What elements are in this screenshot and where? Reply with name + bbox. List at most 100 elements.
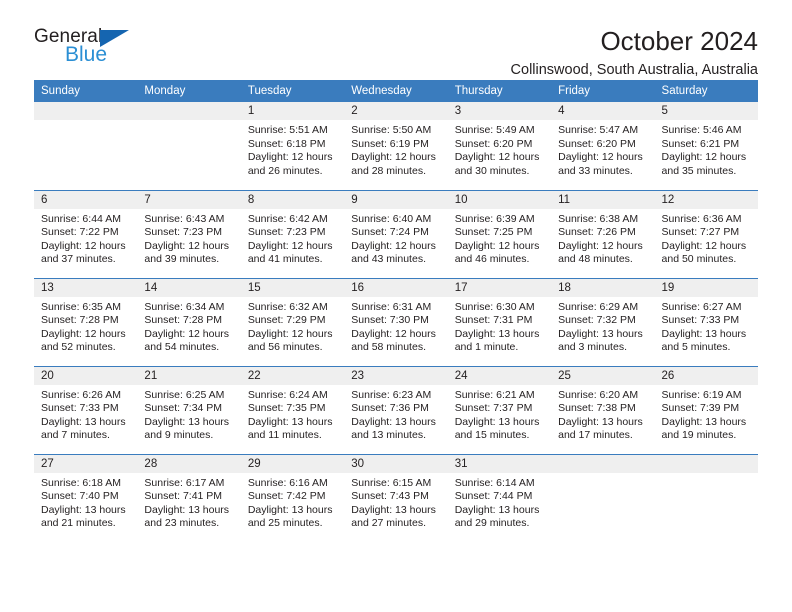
- daylight-text-line2: and 39 minutes.: [144, 253, 220, 266]
- sunrise-text: Sunrise: 6:27 AM: [661, 300, 742, 313]
- daylight-text-line2: and 41 minutes.: [247, 253, 323, 266]
- calendar-day-cell[interactable]: 20 Sunrise: 6:26 AM Sunset: 7:33 PM Dayligh…: [34, 365, 138, 454]
- sunset-text: Sunset: 7:33 PM: [661, 314, 740, 327]
- calendar-day-cell[interactable]: 18 Sunrise: 6:29 AM Sunset: 7:32 PM Dayligh…: [551, 277, 655, 366]
- calendar-day-cell[interactable]: 22 Sunrise: 6:24 AM Sunset: 7:35 PM Dayligh…: [240, 365, 345, 454]
- day-number: 29: [240, 454, 345, 473]
- daylight-text-line2: and 28 minutes.: [351, 164, 426, 177]
- sunrise-text: Sunrise: 5:49 AM: [454, 124, 535, 136]
- calendar-day-cell[interactable]: 29 Sunrise: 6:16 AM Sunset: 7:42 PM Dayligh…: [240, 453, 345, 542]
- calendar-day-cell[interactable]: 21 Sunrise: 6:25 AM Sunset: 7:34 PM Dayligh…: [137, 365, 241, 454]
- sunrise-text: Sunrise: 6:35 AM: [41, 300, 121, 313]
- calendar-day-cell[interactable]: 25 Sunrise: 6:20 AM Sunset: 7:38 PM Dayligh…: [551, 365, 655, 454]
- calendar-day-cell[interactable]: 16 Sunrise: 6:31 AM Sunset: 7:30 PM Dayligh…: [344, 277, 448, 366]
- day-details: Sunrise: 6:30 AM Sunset: 7:31 PM Daylight:…: [448, 297, 551, 355]
- calendar-day-cell[interactable]: 9 Sunrise: 6:40 AM Sunset: 7:24 PM Daylight…: [344, 189, 448, 278]
- sunrise-text: Sunrise: 5:51 AM: [247, 124, 328, 136]
- daylight-text-line2: and 27 minutes.: [351, 517, 426, 530]
- sunrise-text: Sunrise: 6:29 AM: [558, 300, 639, 313]
- page-header: General Blue October 2024 Collinswood, S…: [34, 0, 758, 78]
- day-number: 20: [34, 366, 138, 385]
- calendar-day-cell[interactable]: 8 Sunrise: 6:42 AM Sunset: 7:23 PM Daylight…: [240, 189, 345, 278]
- calendar-day-cell[interactable]: 28 Sunrise: 6:17 AM Sunset: 7:41 PM Dayligh…: [137, 453, 241, 542]
- calendar-day-cell[interactable]: 10 Sunrise: 6:39 AM Sunset: 7:25 PM Dayligh…: [447, 189, 552, 278]
- sunrise-text: Sunrise: 6:23 AM: [351, 388, 432, 401]
- day-number: 15: [240, 278, 345, 297]
- calendar-day-cell[interactable]: 23 Sunrise: 6:23 AM Sunset: 7:36 PM Dayligh…: [344, 365, 448, 454]
- sunrise-text: Sunrise: 6:18 AM: [41, 476, 121, 489]
- day-number: 11: [551, 190, 655, 209]
- day-details: Sunrise: 6:18 AM Sunset: 7:40 PM Daylight:…: [34, 473, 137, 531]
- daylight-text-line2: and 37 minutes.: [41, 253, 116, 266]
- sunset-text: Sunset: 7:40 PM: [41, 490, 119, 503]
- calendar-day-cell[interactable]: 7 Sunrise: 6:43 AM Sunset: 7:23 PM Daylight…: [137, 189, 241, 278]
- calendar-day-cell[interactable]: 5 Sunrise: 5:46 AM Sunset: 6:21 PM Daylight…: [654, 102, 758, 190]
- daylight-text-line2: and 35 minutes.: [661, 164, 737, 177]
- sunrise-text: Sunrise: 6:21 AM: [454, 388, 535, 401]
- day-number: 31: [447, 454, 552, 473]
- calendar-day-cell-empty: [551, 453, 655, 542]
- day-number: 28: [137, 454, 241, 473]
- sunrise-text: Sunrise: 6:38 AM: [558, 212, 639, 225]
- daylight-text-line1: Daylight: 12 hours: [558, 239, 643, 252]
- sunrise-text: Sunrise: 6:15 AM: [351, 476, 432, 489]
- calendar-day-cell[interactable]: 13 Sunrise: 6:35 AM Sunset: 7:28 PM Dayligh…: [34, 277, 138, 366]
- daylight-text-line2: and 23 minutes.: [144, 517, 220, 530]
- calendar-day-cell[interactable]: 1 Sunrise: 5:51 AM Sunset: 6:18 PM Daylight…: [240, 102, 345, 190]
- calendar-day-cell[interactable]: 6 Sunrise: 6:44 AM Sunset: 7:22 PM Daylight…: [34, 189, 138, 278]
- calendar-day-cell[interactable]: 14 Sunrise: 6:34 AM Sunset: 7:28 PM Dayligh…: [137, 277, 241, 366]
- day-number: [654, 454, 758, 473]
- calendar-day-cell[interactable]: 24 Sunrise: 6:21 AM Sunset: 7:37 PM Dayligh…: [447, 365, 552, 454]
- calendar-table: Sunday Monday Tuesday Wednesday Thursday…: [34, 80, 758, 542]
- calendar-day-cell[interactable]: 27 Sunrise: 6:18 AM Sunset: 7:40 PM Dayligh…: [34, 453, 138, 542]
- day-number: 24: [447, 366, 552, 385]
- calendar-day-cell[interactable]: 30 Sunrise: 6:15 AM Sunset: 7:43 PM Dayligh…: [344, 453, 448, 542]
- calendar-body: 1 Sunrise: 5:51 AM Sunset: 6:18 PM Daylight…: [34, 102, 758, 542]
- daylight-text-line2: and 19 minutes.: [661, 429, 737, 442]
- sunrise-text: Sunrise: 6:19 AM: [661, 388, 742, 401]
- column-header-sunday: Sunday: [34, 80, 138, 102]
- daylight-text-line2: and 56 minutes.: [247, 341, 323, 354]
- daylight-text-line2: and 9 minutes.: [144, 429, 214, 442]
- calendar-day-cell[interactable]: 3 Sunrise: 5:49 AM Sunset: 6:20 PM Daylight…: [447, 102, 552, 190]
- sunrise-text: Sunrise: 6:25 AM: [144, 388, 225, 401]
- day-number: 7: [137, 190, 241, 209]
- day-number: [137, 102, 241, 120]
- daylight-text-line1: Daylight: 12 hours: [247, 151, 333, 164]
- calendar-day-cell-empty: [34, 102, 138, 190]
- daylight-text-line1: Daylight: 12 hours: [454, 239, 540, 252]
- day-number: 5: [654, 102, 758, 120]
- calendar-day-cell[interactable]: 17 Sunrise: 6:30 AM Sunset: 7:31 PM Dayligh…: [447, 277, 552, 366]
- sunset-text: Sunset: 7:28 PM: [144, 314, 223, 327]
- daylight-text-line2: and 58 minutes.: [351, 341, 426, 354]
- day-number: 2: [344, 102, 448, 120]
- daylight-text-line2: and 29 minutes.: [454, 517, 530, 530]
- daylight-text-line2: and 43 minutes.: [351, 253, 426, 266]
- day-details: Sunrise: 6:15 AM Sunset: 7:43 PM Daylight:…: [344, 473, 447, 531]
- calendar-day-cell[interactable]: 26 Sunrise: 6:19 AM Sunset: 7:39 PM Dayligh…: [654, 365, 758, 454]
- calendar-day-cell[interactable]: 19 Sunrise: 6:27 AM Sunset: 7:33 PM Dayligh…: [654, 277, 758, 366]
- sunrise-text: Sunrise: 6:26 AM: [41, 388, 121, 401]
- sunrise-text: Sunrise: 6:16 AM: [247, 476, 328, 489]
- day-number: 21: [137, 366, 241, 385]
- calendar-day-cell[interactable]: 15 Sunrise: 6:32 AM Sunset: 7:29 PM Dayligh…: [240, 277, 345, 366]
- day-details: Sunrise: 6:25 AM Sunset: 7:34 PM Daylight:…: [137, 385, 240, 443]
- page-subtitle-location: Collinswood, South Australia, Australia: [510, 62, 758, 78]
- day-number: 3: [447, 102, 552, 120]
- day-details: Sunrise: 6:35 AM Sunset: 7:28 PM Daylight:…: [34, 297, 137, 355]
- daylight-text-line1: Daylight: 13 hours: [41, 415, 126, 428]
- daylight-text-line2: and 30 minutes.: [454, 164, 530, 177]
- day-details: Sunrise: 6:14 AM Sunset: 7:44 PM Daylight:…: [448, 473, 551, 531]
- calendar-day-cell[interactable]: 11 Sunrise: 6:38 AM Sunset: 7:26 PM Dayligh…: [551, 189, 655, 278]
- calendar-day-cell[interactable]: 31 Sunrise: 6:14 AM Sunset: 7:44 PM Dayligh…: [447, 453, 552, 542]
- calendar-day-cell[interactable]: 2 Sunrise: 5:50 AM Sunset: 6:19 PM Daylight…: [344, 102, 448, 190]
- day-number: 8: [240, 190, 345, 209]
- calendar-week-row: 27 Sunrise: 6:18 AM Sunset: 7:40 PM Dayligh…: [34, 453, 758, 542]
- day-number: 23: [344, 366, 448, 385]
- sunset-text: Sunset: 7:32 PM: [558, 314, 636, 327]
- day-details: Sunrise: 6:39 AM Sunset: 7:25 PM Daylight:…: [448, 209, 551, 267]
- calendar-day-cell[interactable]: 12 Sunrise: 6:36 AM Sunset: 7:27 PM Dayligh…: [654, 189, 758, 278]
- day-details: Sunrise: 5:47 AM Sunset: 6:20 PM Daylight:…: [551, 120, 654, 178]
- calendar-day-cell[interactable]: 4 Sunrise: 5:47 AM Sunset: 6:20 PM Daylight…: [551, 102, 655, 190]
- sunrise-text: Sunrise: 6:24 AM: [247, 388, 328, 401]
